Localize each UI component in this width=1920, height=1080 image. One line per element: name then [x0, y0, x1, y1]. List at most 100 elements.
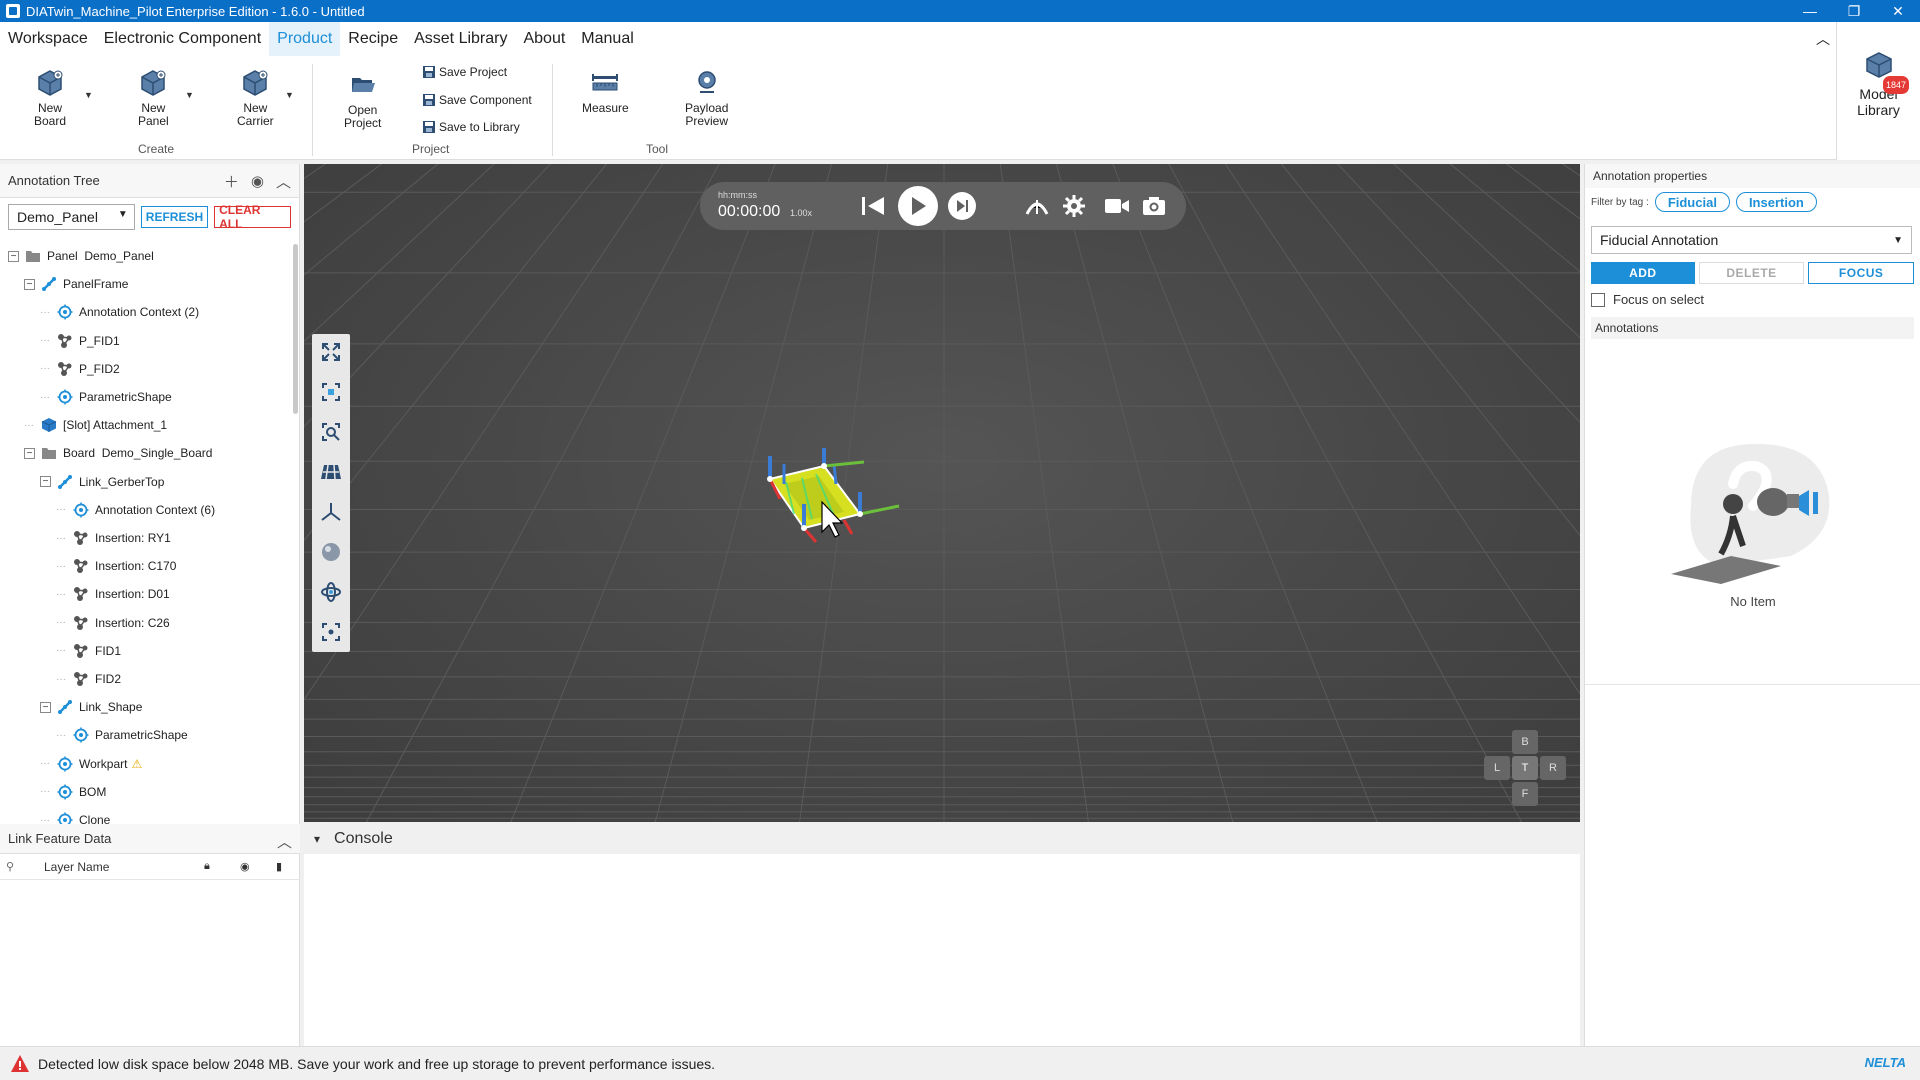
fiducial-icon: [57, 333, 73, 349]
tag-fiducial[interactable]: Fiducial: [1654, 192, 1730, 212]
sphere-icon[interactable]: [319, 540, 343, 564]
board-model[interactable]: [724, 424, 904, 564]
lock-icon[interactable]: 🔒︎: [204, 860, 240, 873]
playback-speed[interactable]: 1.00x: [790, 208, 812, 218]
focus-selection-icon[interactable]: [319, 380, 343, 404]
new-carrier-dropdown-icon[interactable]: ▼: [285, 90, 294, 100]
tag-insertion[interactable]: Insertion: [1735, 192, 1817, 212]
tree-scrollbar[interactable]: [293, 244, 298, 414]
chevron-up-icon[interactable]: ︿: [277, 831, 292, 852]
tree-item[interactable]: ··· P_FID2: [40, 357, 120, 381]
close-button[interactable]: ✕: [1876, 0, 1920, 22]
tree-item[interactable]: ··· Insertion: C26: [56, 611, 170, 635]
video-camera-icon[interactable]: [1104, 196, 1130, 216]
new-panel-dropdown-icon[interactable]: ▼: [185, 90, 194, 100]
eye-icon[interactable]: ◉: [240, 860, 276, 873]
measure-button[interactable]: Measure: [582, 68, 629, 115]
tree-item[interactable]: − Board Demo_Single_Board: [24, 441, 212, 465]
tree-item[interactable]: − Link_GerberTop: [40, 470, 164, 494]
tree-item-label: Insertion: D01: [95, 587, 170, 602]
menu-product[interactable]: Product: [269, 22, 341, 56]
payload-preview-button[interactable]: Payload Preview: [685, 68, 728, 128]
play-icon[interactable]: [898, 186, 938, 226]
tree-item[interactable]: ··· BOM: [40, 780, 106, 804]
collapse-toggle-icon[interactable]: −: [24, 447, 35, 459]
tree-item[interactable]: ··· FID1: [56, 639, 121, 663]
step-forward-icon[interactable]: [948, 192, 976, 220]
tree-item[interactable]: ··· Annotation Context (6): [56, 498, 215, 522]
save-to-library-button[interactable]: Save to Library: [422, 120, 520, 134]
save-project-button[interactable]: Save Project: [422, 65, 507, 79]
tree-item[interactable]: ··· ParametricShape: [56, 723, 188, 747]
tree-item[interactable]: ··· Insertion: RY1: [56, 526, 171, 550]
tree-item[interactable]: ··· ParametricShape: [40, 385, 172, 409]
new-carrier-button[interactable]: New Carrier: [237, 68, 274, 128]
collapse-toggle-icon[interactable]: −: [40, 476, 51, 488]
axis-icon[interactable]: [319, 500, 343, 524]
robot-icon[interactable]: [1024, 194, 1050, 218]
center-view-icon[interactable]: [319, 620, 343, 644]
open-project-button[interactable]: Open Project: [344, 70, 381, 130]
camera-icon[interactable]: [1142, 195, 1166, 217]
tree-item-label: PanelFrame: [63, 277, 129, 292]
menu-about[interactable]: About: [515, 22, 573, 56]
trash-icon[interactable]: ▮: [276, 860, 296, 873]
title-bar: DIATwin_Machine_Pilot Enterprise Edition…: [0, 0, 1920, 22]
refresh-button[interactable]: REFRESH: [140, 206, 209, 228]
eye-icon[interactable]: ◉: [251, 172, 264, 190]
tree-item-label: FID1: [95, 643, 122, 658]
clear-all-button[interactable]: CLEAR ALL: [214, 203, 291, 231]
menu-asset-library[interactable]: Asset Library: [406, 22, 515, 56]
tree-item[interactable]: − PanelFrame: [24, 272, 128, 296]
menu-workspace[interactable]: Workspace: [0, 22, 96, 56]
restore-button[interactable]: ❐: [1832, 0, 1876, 22]
chevron-up-icon[interactable]: ︿: [276, 171, 291, 192]
new-board-dropdown-icon[interactable]: ▼: [84, 90, 93, 100]
view-front-button[interactable]: F: [1512, 782, 1538, 806]
fit-view-icon[interactable]: [319, 340, 343, 364]
tree-item[interactable]: ··· Clone: [40, 808, 110, 824]
collapse-toggle-icon[interactable]: −: [8, 250, 19, 262]
annotation-type-select[interactable]: Fiducial Annotation ▼: [1591, 226, 1912, 254]
model-library-button[interactable]: 1847 Model Library: [1836, 22, 1920, 160]
minimize-button[interactable]: —: [1788, 0, 1832, 22]
delete-annotation-button[interactable]: DELETE: [1698, 262, 1805, 284]
tree-item[interactable]: ··· Workpart ⚠: [40, 752, 142, 776]
tree-item[interactable]: ··· [Slot] Attachment_1: [24, 413, 167, 437]
gear-icon[interactable]: [1062, 194, 1086, 218]
tree-item[interactable]: ··· P_FID1: [40, 329, 120, 353]
skip-back-icon[interactable]: [860, 194, 886, 218]
menu-recipe[interactable]: Recipe: [340, 22, 406, 56]
ribbon: New Board ▼ New Panel ▼ New Carrier ▼ Cr…: [0, 56, 1836, 160]
add-icon[interactable]: ＋: [224, 171, 239, 192]
grid-icon[interactable]: [319, 460, 343, 484]
menu-electronic-component[interactable]: Electronic Component: [96, 22, 269, 56]
chevron-down-icon[interactable]: ▾: [314, 832, 320, 846]
view-right-button[interactable]: R: [1540, 756, 1566, 780]
focus-annotation-button[interactable]: FOCUS: [1808, 262, 1915, 284]
tree-item[interactable]: ··· Annotation Context (2): [40, 300, 199, 324]
save-component-button[interactable]: Save Component: [422, 93, 532, 107]
collapse-toggle-icon[interactable]: −: [24, 278, 35, 290]
menu-manual[interactable]: Manual: [573, 22, 641, 56]
view-top-button[interactable]: T: [1512, 756, 1538, 780]
tree-item[interactable]: − Panel Demo_Panel: [8, 244, 154, 268]
new-panel-button[interactable]: New Panel: [138, 68, 169, 128]
orbit-icon[interactable]: [319, 580, 343, 604]
panel-select[interactable]: Demo_Panel ▼: [8, 204, 135, 230]
tree-item[interactable]: − Link_Shape: [40, 695, 142, 719]
console-header[interactable]: ▾ Console: [304, 824, 1580, 854]
new-board-button[interactable]: New Board: [34, 68, 66, 128]
tree-item[interactable]: ··· Insertion: D01: [56, 582, 170, 606]
collapse-ribbon-icon[interactable]: ︿: [1810, 22, 1836, 56]
view-left-button[interactable]: L: [1484, 756, 1510, 780]
focus-on-select-option[interactable]: Focus on select: [1591, 292, 1920, 307]
add-annotation-button[interactable]: ADD: [1591, 262, 1695, 284]
view-back-button[interactable]: B: [1512, 730, 1538, 754]
tree-item[interactable]: ··· FID2: [56, 667, 121, 691]
focus-on-select-checkbox[interactable]: [1591, 292, 1605, 307]
3d-viewport[interactable]: hh:mm:ss 00:00:00 1.00x B L T R F: [304, 164, 1580, 822]
tree-item[interactable]: ··· Insertion: C170: [56, 554, 176, 578]
zoom-region-icon[interactable]: [319, 420, 343, 444]
collapse-toggle-icon[interactable]: −: [40, 701, 51, 713]
